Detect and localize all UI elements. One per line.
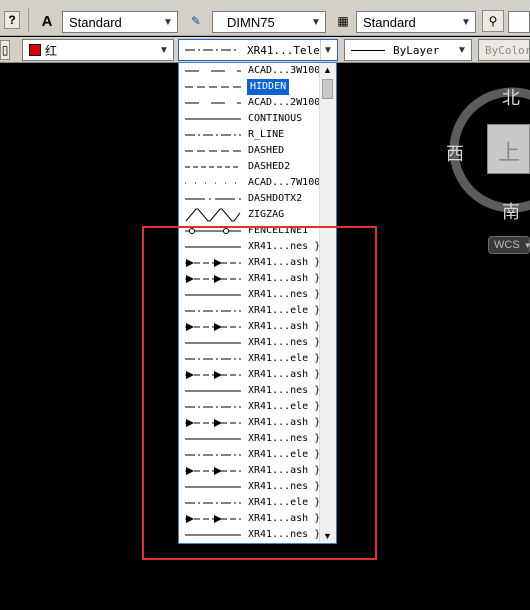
linetype-preview-icon bbox=[185, 150, 241, 152]
linetype-preview bbox=[184, 127, 242, 143]
table-style-icon[interactable]: ▦ bbox=[333, 11, 353, 31]
linetype-list-item[interactable]: ACAD...2W100 bbox=[179, 95, 320, 111]
linetype-preview-icon bbox=[185, 198, 241, 200]
styles-toolbar: ? A Standard ▼ ✎ DIMN75 ▼ ▦ Standard ▼ ⚲ bbox=[0, 0, 530, 36]
linetype-value: XR41...Tele bbox=[247, 43, 320, 57]
linetype-preview bbox=[184, 111, 242, 127]
chevron-down-icon: ▼ bbox=[159, 44, 169, 56]
linetype-preview-icon bbox=[185, 118, 241, 120]
linetype-list-item[interactable]: R_LINE bbox=[179, 127, 320, 143]
linetype-preview-icon bbox=[185, 102, 241, 104]
linetype-item-label: ACAD...7W100 bbox=[248, 177, 321, 188]
chevron-down-icon: ▼ bbox=[523, 240, 530, 250]
scroll-up-arrow-icon[interactable]: ▲ bbox=[320, 63, 335, 77]
linetype-preview bbox=[184, 63, 242, 79]
linetype-preview-icon bbox=[185, 208, 241, 222]
linetype-preview bbox=[184, 79, 242, 95]
help-icon[interactable]: ? bbox=[4, 11, 20, 29]
color-swatch bbox=[29, 44, 41, 56]
color-control-select[interactable]: 红 ▼ bbox=[22, 39, 174, 61]
linetype-item-label: R_LINE bbox=[248, 129, 285, 140]
scroll-thumb[interactable] bbox=[322, 79, 333, 99]
linetype-preview-icon bbox=[185, 166, 241, 168]
compass-north-label[interactable]: 北 bbox=[502, 84, 520, 110]
compass-south-label[interactable]: 南 bbox=[502, 198, 520, 224]
linetype-item-label: ACAD...2W100 bbox=[248, 97, 321, 108]
linetype-list-item[interactable]: DASHED bbox=[179, 143, 320, 159]
linetype-item-label: DASHED bbox=[248, 145, 285, 156]
toolbar-separator bbox=[28, 8, 29, 32]
text-style-icon[interactable]: A bbox=[36, 10, 58, 32]
linetype-preview bbox=[184, 191, 242, 207]
chevron-down-icon: ▼ bbox=[163, 16, 173, 28]
wcs-menu-button[interactable]: WCS ▼ bbox=[488, 236, 530, 254]
linetype-item-label: HIDDEN bbox=[247, 79, 290, 95]
linetype-preview-icon bbox=[185, 182, 241, 184]
chevron-down-icon: ▼ bbox=[461, 16, 471, 28]
linetype-list-item[interactable]: HIDDEN bbox=[179, 79, 320, 95]
linetype-preview bbox=[185, 49, 239, 51]
dimension-style-icon[interactable]: ✎ bbox=[184, 10, 208, 32]
linetype-preview-icon bbox=[185, 86, 241, 88]
dimension-style-select[interactable]: DIMN75 ▼ bbox=[212, 11, 326, 33]
plotstyle-control-select[interactable]: ByColor bbox=[478, 39, 530, 61]
viewcube-face-label: 上 bbox=[498, 141, 521, 166]
linetype-list-item[interactable]: ZIGZAG bbox=[179, 207, 320, 223]
multileader-style-icon[interactable]: ⚲ bbox=[482, 10, 504, 32]
match-properties-icon[interactable]: ▯ bbox=[0, 40, 10, 60]
viewcube[interactable]: 北 西 南 上 WCS ▼ bbox=[440, 80, 530, 260]
table-style-select[interactable]: Standard ▼ bbox=[356, 11, 476, 33]
chevron-down-icon: ▼ bbox=[457, 44, 467, 56]
linetype-item-label: DASHED2 bbox=[248, 161, 291, 172]
lineweight-value: ByLayer bbox=[393, 43, 440, 57]
linetype-preview bbox=[184, 159, 242, 175]
chevron-down-icon: ▼ bbox=[320, 40, 335, 60]
linetype-preview bbox=[184, 175, 242, 191]
plotstyle-value: ByColor bbox=[485, 43, 530, 57]
properties-toolbar: ▯ 红 ▼ XR41...Tele ▼ ByLayer ▼ ByColor bbox=[0, 37, 530, 63]
table-style-value: Standard bbox=[363, 14, 416, 30]
color-value: 红 bbox=[45, 43, 58, 58]
linetype-preview-icon bbox=[185, 134, 241, 136]
viewcube-top-face[interactable]: 上 bbox=[487, 124, 530, 174]
linetype-preview bbox=[184, 207, 242, 223]
multileader-style-select[interactable] bbox=[508, 11, 530, 33]
linetype-item-label: ZIGZAG bbox=[248, 209, 285, 220]
linetype-preview bbox=[184, 95, 242, 111]
lineweight-preview bbox=[351, 49, 385, 51]
linetype-preview-icon bbox=[185, 70, 241, 72]
linetype-control-select[interactable]: XR41...Tele ▼ bbox=[178, 39, 338, 61]
highlight-rectangle bbox=[142, 226, 377, 560]
text-style-value: Standard bbox=[69, 14, 122, 30]
chevron-down-icon: ▼ bbox=[311, 16, 321, 28]
dimension-style-value: DIMN75 bbox=[227, 14, 275, 30]
wcs-label: WCS bbox=[494, 239, 520, 251]
linetype-item-label: CONTINOUS bbox=[248, 113, 303, 124]
compass-west-label[interactable]: 西 bbox=[446, 140, 464, 166]
linetype-list-item[interactable]: DASHDOTX2 bbox=[179, 191, 320, 207]
linetype-list-item[interactable]: ACAD...3W100 bbox=[179, 63, 320, 79]
linetype-preview bbox=[184, 143, 242, 159]
text-style-select[interactable]: Standard ▼ bbox=[62, 11, 178, 33]
linetype-item-label: DASHDOTX2 bbox=[248, 193, 303, 204]
lineweight-control-select[interactable]: ByLayer ▼ bbox=[344, 39, 472, 61]
linetype-item-label: ACAD...3W100 bbox=[248, 65, 321, 76]
linetype-list-item[interactable]: DASHED2 bbox=[179, 159, 320, 175]
linetype-list-item[interactable]: ACAD...7W100 bbox=[179, 175, 320, 191]
linetype-list-item[interactable]: CONTINOUS bbox=[179, 111, 320, 127]
